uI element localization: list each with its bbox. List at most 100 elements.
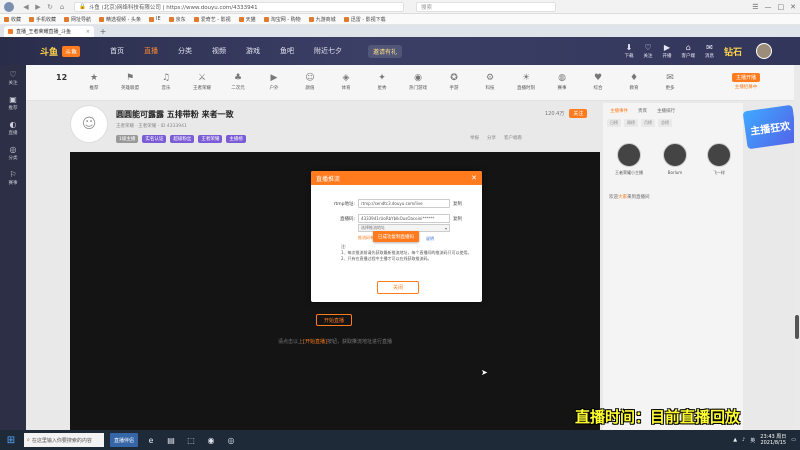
header-action[interactable]: ▶ 开播 xyxy=(662,43,671,59)
category-item[interactable]: ✪ 手游 xyxy=(436,74,472,92)
category-item[interactable]: ✉ 更多 xyxy=(652,74,688,92)
category-item[interactable]: ☀ 直播时刻 xyxy=(508,74,544,92)
ranked-user[interactable]: 飞一样 xyxy=(707,143,731,176)
sidebar-item[interactable]: ⚐ 赛事 xyxy=(9,171,18,187)
network-icon[interactable]: ▲ xyxy=(733,437,737,443)
category-item[interactable]: ♥ 综合 xyxy=(580,74,616,92)
browser-tab[interactable]: 直播_王者荣耀直播_斗鱼 × xyxy=(4,26,94,37)
follow-button[interactable]: 关注 xyxy=(569,109,588,118)
nav-link[interactable]: 首页 xyxy=(110,46,124,56)
category-item[interactable]: ♦ 教育 xyxy=(616,74,652,92)
category-item[interactable]: ◍ 赛事 xyxy=(544,74,580,92)
promo-banner[interactable]: 邀请有礼 xyxy=(368,44,403,58)
category-item[interactable]: ⚔ 王者荣耀 xyxy=(184,74,220,92)
address-bar[interactable]: 🔒 斗鱼 (北京)网络科技有限公司 | https://www.douyu.co… xyxy=(74,1,404,12)
bookmark-item[interactable]: 天猫 xyxy=(238,16,256,23)
right-panel-tab[interactable]: 主播排行 xyxy=(654,107,678,115)
stream-code-field[interactable]: 4333941rUoRbYblkOusOacoini****** xyxy=(358,214,450,223)
header-action[interactable]: ✉ 消息 xyxy=(705,43,714,59)
browser-search-input[interactable]: 搜索 xyxy=(416,1,556,12)
category-item[interactable]: ✦ 星秀 xyxy=(364,74,400,92)
right-panel-subtab[interactable]: 总榜 xyxy=(658,119,672,127)
profile-avatar[interactable] xyxy=(4,1,14,12)
sidebar-item[interactable]: ▣ 推荐 xyxy=(9,96,18,112)
room-tag[interactable]: 超级粉丝 xyxy=(170,135,195,143)
category-item[interactable]: ⚑ 英雄联盟 xyxy=(112,74,148,92)
bookmark-item[interactable]: 精选视频 - 头条 xyxy=(99,16,141,23)
back-icon[interactable]: ◀ xyxy=(20,3,32,11)
category-item[interactable]: ▶ 户外 xyxy=(256,74,292,92)
bookmark-item[interactable]: 九游商城 xyxy=(308,16,336,23)
room-tag[interactable]: 实名认证 xyxy=(142,135,167,143)
right-panel-subtab[interactable]: 日榜 xyxy=(607,119,621,127)
sidebar-item[interactable]: ♡ 关注 xyxy=(9,71,18,87)
nav-link[interactable]: 附近七夕 xyxy=(314,46,342,56)
category-item[interactable]: ♣ 二次元 xyxy=(220,74,256,92)
category-item[interactable]: ♫ 音乐 xyxy=(148,74,184,92)
ranked-user[interactable]: Borlum xyxy=(663,143,687,176)
site-logo[interactable]: 斗鱼 xyxy=(40,45,58,58)
new-tab-icon[interactable]: + xyxy=(98,27,108,37)
dialog-close-icon[interactable]: ✕ xyxy=(471,174,477,182)
ime-indicator[interactable]: 英 xyxy=(750,437,755,444)
category-item[interactable]: ★ 推荐 xyxy=(76,74,112,92)
scrollbar-thumb[interactable] xyxy=(795,315,799,339)
taskbar-app-icon[interactable]: ◎ xyxy=(224,433,238,447)
room-action-link[interactable]: 举报 xyxy=(470,135,479,141)
system-clock[interactable]: 23:43 周日 2021/8/15 xyxy=(760,434,786,446)
home-icon[interactable]: ⌂ xyxy=(56,3,68,11)
nav-link[interactable]: 鱼吧 xyxy=(280,46,294,56)
category-item[interactable]: ◈ 体育 xyxy=(328,74,364,92)
room-tag[interactable]: 王者荣耀 xyxy=(198,135,223,143)
forward-icon[interactable]: ▶ xyxy=(32,3,44,11)
nav-link[interactable]: 视频 xyxy=(212,46,226,56)
page-scrollbar[interactable] xyxy=(794,65,800,430)
nav-link[interactable]: 游戏 xyxy=(246,46,260,56)
maximize-icon[interactable]: □ xyxy=(778,3,785,11)
taskbar-app-icon[interactable]: ⬚ xyxy=(184,433,198,447)
recruit-link[interactable]: 主播招募中 xyxy=(735,84,758,90)
bookmark-item[interactable]: 京东 xyxy=(168,16,186,23)
start-stream-button[interactable]: 开始直播 xyxy=(316,314,352,326)
header-action[interactable]: ⌂ 客户端 xyxy=(681,43,695,59)
bookmark-item[interactable]: 手机收藏 xyxy=(29,16,56,23)
volume-icon[interactable]: ♪ xyxy=(742,437,745,443)
bookmark-item[interactable]: 淘宝网 - 购物 xyxy=(263,16,301,23)
menu-icon[interactable]: ☰ xyxy=(752,3,758,11)
right-panel-subtab[interactable]: 周榜 xyxy=(624,119,638,127)
room-action-link[interactable]: 客户端看 xyxy=(504,135,522,141)
windows-start-icon[interactable]: ⊞ xyxy=(4,435,18,446)
taskbar-app-icon[interactable]: ▤ xyxy=(164,433,178,447)
close-dialog-button[interactable]: 关闭 xyxy=(377,281,419,294)
start-broadcast-button[interactable]: 主播开播 xyxy=(731,73,760,82)
right-panel-tab[interactable]: 主播事件 xyxy=(607,107,631,115)
minimize-icon[interactable]: — xyxy=(765,3,772,11)
taskbar-app-icon[interactable]: e xyxy=(144,433,158,447)
user-avatar[interactable] xyxy=(707,143,731,167)
room-tag[interactable]: 1级主播 xyxy=(116,135,139,143)
help-link[interactable]: 说明 xyxy=(426,236,434,242)
user-avatar[interactable] xyxy=(663,143,687,167)
header-action[interactable]: ⬇ 下载 xyxy=(624,43,633,59)
close-icon[interactable]: ✕ xyxy=(790,3,796,11)
user-avatar[interactable] xyxy=(617,143,641,167)
taskbar-app-live-companion[interactable]: 直播伴侣 xyxy=(110,433,139,447)
copy-rtmp-button[interactable]: 复制 xyxy=(453,201,462,207)
right-panel-subtab[interactable]: 月榜 xyxy=(641,119,655,127)
refresh-icon[interactable]: ↻ xyxy=(44,3,56,11)
sidebar-item[interactable]: ◎ 分类 xyxy=(9,146,18,162)
bookmark-item[interactable]: 收藏 xyxy=(4,16,21,23)
taskbar-search-input[interactable]: ⌕ 在这里输入你要搜索的内容 xyxy=(24,433,104,447)
bookmark-item[interactable]: 迅雷 - 影视下载 xyxy=(343,16,386,23)
copy-code-button[interactable]: 复制 xyxy=(453,216,462,222)
nav-link[interactable]: 直播 xyxy=(144,46,158,56)
event-badge[interactable]: 主播狂欢 xyxy=(742,104,798,150)
user-avatar[interactable] xyxy=(756,43,772,59)
ranked-user[interactable]: 王者荣耀小主播 xyxy=(615,143,643,176)
taskbar-app-icon[interactable]: ◉ xyxy=(204,433,218,447)
bookmark-item[interactable]: IE xyxy=(149,16,161,22)
rtmp-url-field[interactable]: rtmp://sendtc3.douyu.com/live xyxy=(358,199,450,208)
streamer-avatar[interactable]: ☺ xyxy=(70,105,108,143)
notification-icon[interactable]: ▭ xyxy=(791,437,796,443)
right-panel-tab[interactable]: 贵宾 xyxy=(635,107,650,115)
